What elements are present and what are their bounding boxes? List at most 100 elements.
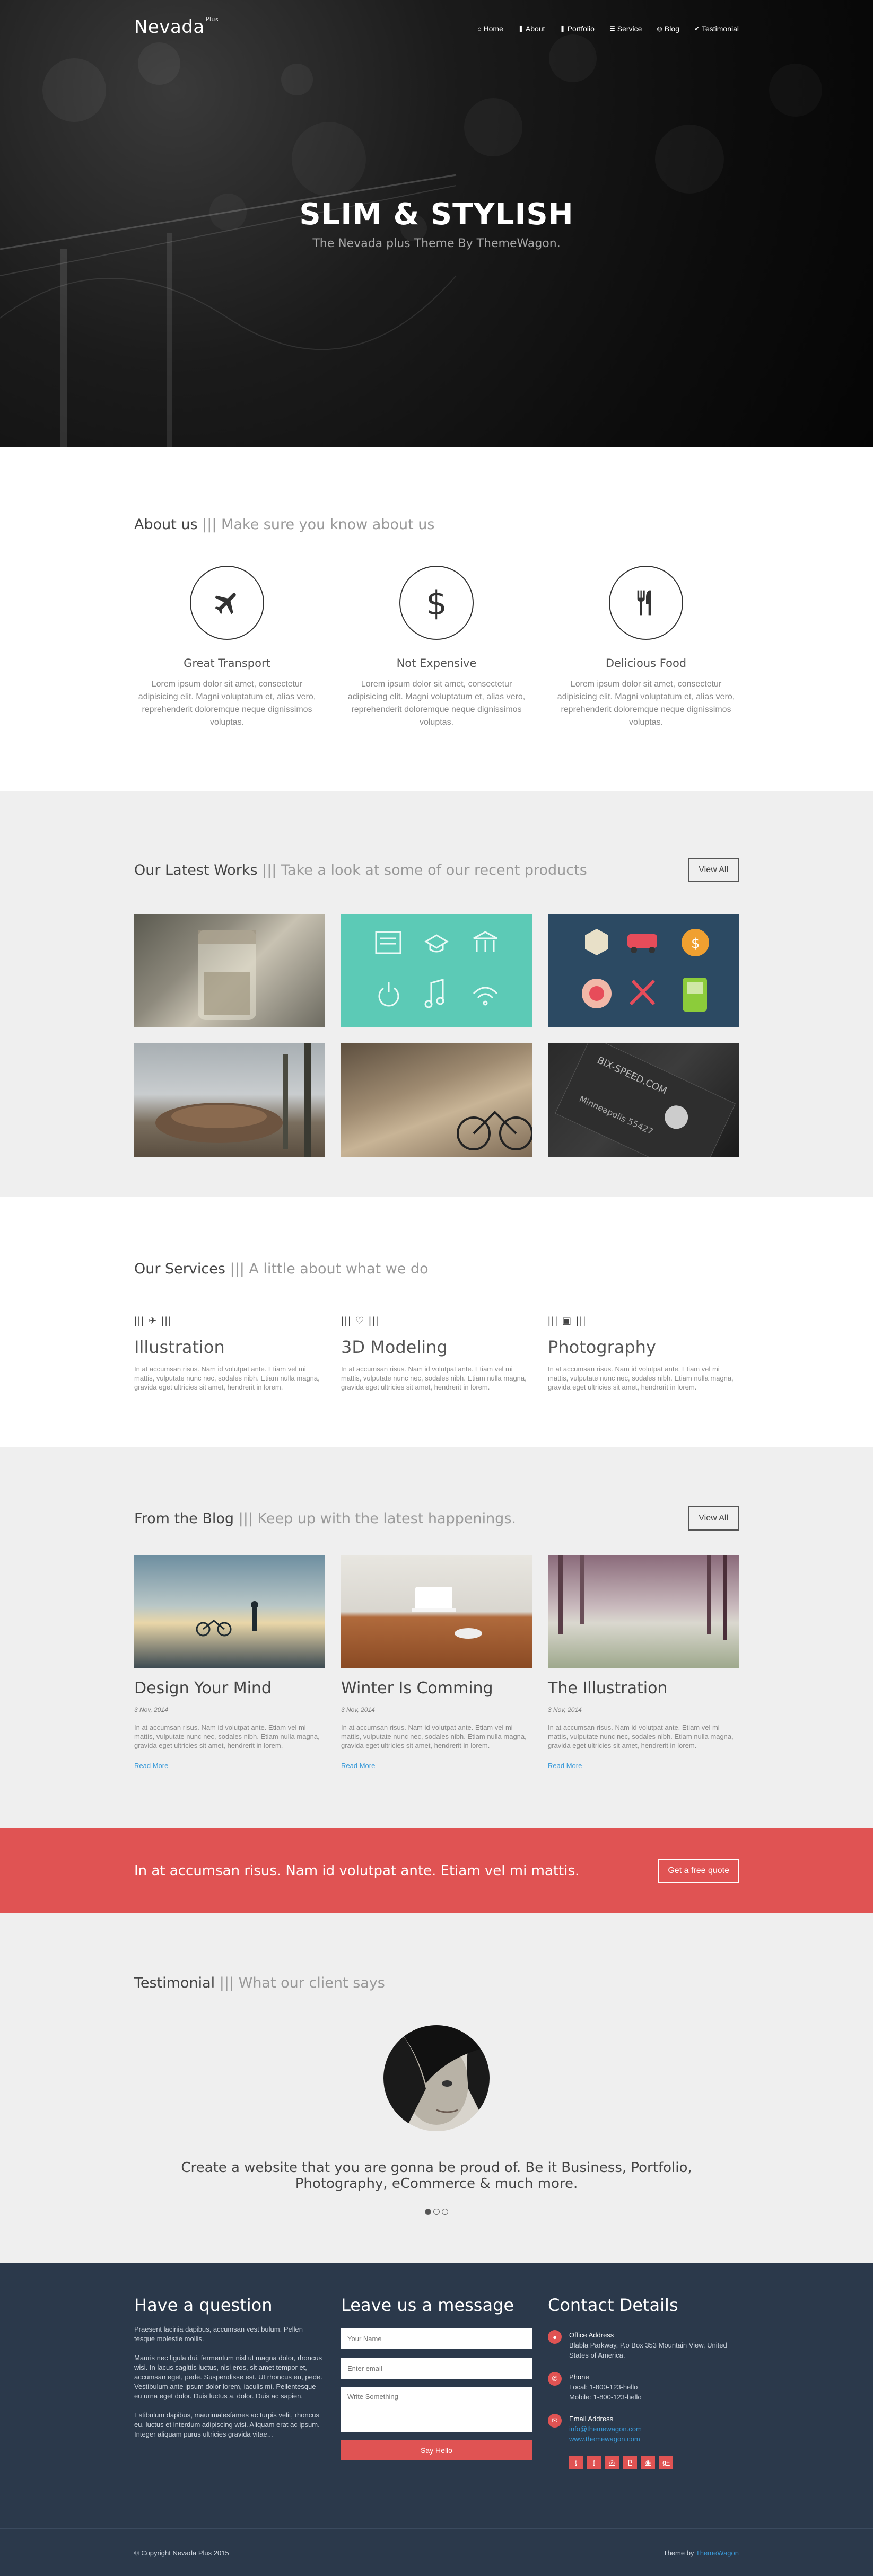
theme-credit-label: Theme by (663, 2548, 694, 2557)
service-item: ||| ♡ ||| 3D Modeling In at accumsan ris… (341, 1315, 532, 1392)
portfolio-item-jar[interactable] (134, 914, 325, 1027)
contact-office: ● Office Address Blabla Parkway, P.o Box … (548, 2330, 739, 2360)
contact-website-link[interactable]: www.themewagon.com (569, 2434, 642, 2444)
portfolio-item-icons[interactable] (341, 914, 532, 1027)
services-title-sub: ||| A little about what we do (230, 1261, 429, 1277)
blog-post-date: 3 Nov, 2014 (341, 1706, 375, 1713)
blog-post-title[interactable]: The Illustration (548, 1679, 739, 1698)
dollar-icon: $ (399, 566, 474, 640)
nav-item-service[interactable]: ☰ Service (609, 24, 642, 33)
blog-section: From the Blog ||| Keep up with the lates… (0, 1447, 873, 1828)
portfolio-item-logs[interactable] (134, 1043, 325, 1157)
say-hello-button[interactable]: Say Hello (341, 2440, 532, 2460)
testimonial-quote: Create a website that you are gonna be p… (181, 2160, 692, 2192)
client-avatar (383, 2025, 490, 2131)
blog-post-read-more-link[interactable]: Read More (341, 1762, 375, 1770)
site-logo[interactable]: Nevada Plus (134, 16, 219, 38)
nav-item-testimonial[interactable]: ✔ Testimonial (694, 24, 739, 33)
contact-office-heading: Office Address (569, 2331, 614, 2339)
contact-email-link[interactable]: info@themewagon.com (569, 2424, 642, 2434)
contact-phone-local: Local: 1-800-123-hello (569, 2383, 638, 2391)
nav-item-portfolio[interactable]: ❚ Portfolio (560, 24, 595, 33)
nav-item-home[interactable]: ⌂ Home (477, 24, 503, 33)
service-text: In at accumsan risus. Nam id volutpat an… (341, 1365, 527, 1391)
feature-list: Great Transport Lorem ipsum dolor sit am… (134, 566, 739, 729)
hero-section: Nevada Plus ⌂ Home ❚ About ❚ Portfolio ☰ Service… (0, 0, 873, 447)
heart-icon: ||| ♡ ||| (341, 1315, 380, 1326)
service-list: ||| ✈ ||| Illustration In at accumsan ri… (134, 1315, 739, 1392)
hero-title: SLIM & STYLISH (299, 197, 574, 232)
footer-contact-column: Contact Details ● Office Address Blabla P… (548, 2295, 739, 2469)
copyright-bar: © Copyright Nevada Plus 2015 Theme by Th… (0, 2528, 873, 2576)
blog-post: Design Your Mind 3 Nov, 2014 In at accum… (134, 1555, 325, 1771)
blog-post-title[interactable]: Design Your Mind (134, 1679, 325, 1698)
plane-icon (190, 566, 264, 640)
works-title: Our Latest Works ||| Take a look at some… (134, 862, 587, 878)
get-quote-button[interactable]: Get a free quote (658, 1859, 739, 1883)
facebook-icon[interactable]: f (587, 2456, 601, 2469)
email-input[interactable] (341, 2358, 532, 2379)
works-title-main: Our Latest Works (134, 861, 258, 878)
google-plus-icon[interactable]: g+ (659, 2456, 673, 2469)
blog-post-image[interactable] (341, 1555, 532, 1668)
footer-contact-title: Contact Details (548, 2295, 678, 2315)
portfolio-item-business-card[interactable]: BIX-SPEED.COM Minneapolis 55427 (548, 1043, 739, 1157)
feature-text: Lorem ipsum dolor sit amet, consectetur … (557, 680, 735, 727)
service-title: Photography (548, 1337, 656, 1357)
blog-view-all-button[interactable]: View All (688, 1506, 739, 1531)
logo-superscript: Plus (205, 16, 219, 23)
service-title: Illustration (134, 1337, 225, 1357)
message-textarea[interactable] (341, 2387, 532, 2432)
nav-item-about[interactable]: ❚ About (518, 24, 545, 33)
about-title: About us ||| Make sure you know about us (134, 516, 739, 533)
themewagon-link[interactable]: ThemeWagon (696, 2549, 739, 2557)
footer-message-title: Leave us a message (341, 2295, 514, 2315)
pinterest-icon[interactable]: P (623, 2456, 637, 2469)
blog-title-sub: ||| Keep up with the latest happenings. (238, 1510, 516, 1527)
nav-item-label: Testimonial (701, 24, 739, 33)
bookmark-icon: ❚ (518, 25, 523, 32)
services-title: Our Services ||| A little about what we … (134, 1261, 739, 1277)
blog-post-title[interactable]: Winter Is Comming (341, 1679, 532, 1698)
map-marker-icon: ● (548, 2330, 562, 2344)
contact-email-heading: Email Address (569, 2415, 614, 2423)
nav-item-label: Service (617, 24, 642, 33)
service-title: 3D Modeling (341, 1337, 448, 1357)
twitter-icon[interactable]: t (569, 2456, 583, 2469)
home-icon: ⌂ (477, 25, 482, 32)
camera-icon: ||| ▣ ||| (548, 1315, 587, 1326)
contact-email: ✉ Email Address info@themewagon.com www.th… (548, 2414, 739, 2444)
blog-post-date: 3 Nov, 2014 (548, 1706, 582, 1713)
blog-post-read-more-link[interactable]: Read More (134, 1762, 168, 1770)
nav-item-label: Home (483, 24, 503, 33)
about-section: About us ||| Make sure you know about us… (0, 447, 873, 791)
portfolio-grid: $ BIX-SPEED.COM Minneapolis 55427 (134, 914, 739, 1157)
instagram-icon[interactable]: ◎ (605, 2456, 619, 2469)
blog-post-image[interactable] (548, 1555, 739, 1668)
carousel-dot[interactable] (425, 2209, 431, 2215)
feature-title: Not Expensive (396, 657, 477, 670)
bookmark-icon: ❚ (560, 25, 565, 32)
works-view-all-button[interactable]: View All (688, 858, 739, 882)
carousel-dot[interactable] (433, 2209, 440, 2215)
carousel-dot[interactable] (442, 2209, 448, 2215)
feature-item: Great Transport Lorem ipsum dolor sit am… (134, 566, 320, 729)
name-input[interactable] (341, 2328, 532, 2349)
social-links: t f ◎ P ◉ g+ (569, 2456, 739, 2469)
feature-text: Lorem ipsum dolor sit amet, consectetur … (138, 680, 316, 727)
phone-icon: ✆ (548, 2372, 562, 2386)
contact-phone-mobile: Mobile: 1-800-123-hello (569, 2393, 642, 2401)
service-item: ||| ✈ ||| Illustration In at accumsan ri… (134, 1315, 325, 1392)
blog-post-image[interactable] (134, 1555, 325, 1668)
feature-item: $ Not Expensive Lorem ipsum dolor sit am… (344, 566, 529, 729)
testimonial-title-sub: ||| What our client says (219, 1975, 385, 1991)
portfolio-item-street[interactable] (341, 1043, 532, 1157)
blog-post-read-more-link[interactable]: Read More (548, 1762, 582, 1770)
about-title-main: About us (134, 516, 198, 533)
blog-title: From the Blog ||| Keep up with the lates… (134, 1510, 516, 1527)
portfolio-item-flat-icons[interactable]: $ (548, 914, 739, 1027)
footer: Have a question Praesent lacinia dapibus… (0, 2263, 873, 2528)
nav-item-blog[interactable]: ◍ Blog (657, 24, 679, 33)
blog-post: Winter Is Comming 3 Nov, 2014 In at accu… (341, 1555, 532, 1771)
dribbble-icon[interactable]: ◉ (641, 2456, 655, 2469)
